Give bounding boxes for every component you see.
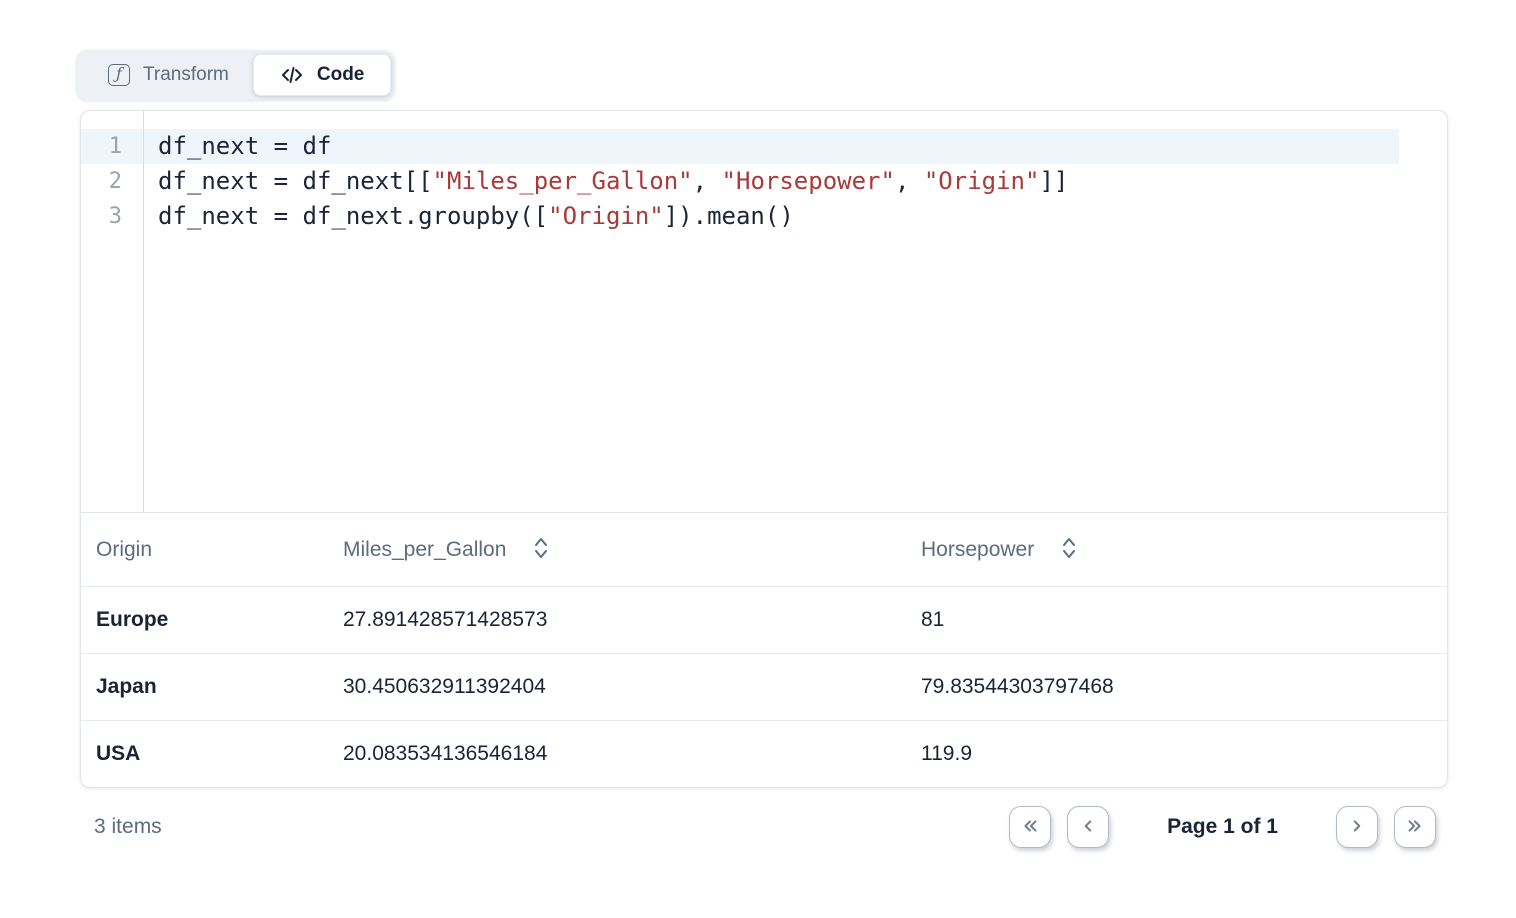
code-token: ]).mean(): [664, 202, 794, 230]
code-and-result-panel: 123 df_next = df df_next = df_next[["Mile…: [80, 110, 1448, 788]
tab-transform-label: Transform: [143, 64, 229, 86]
value-cell-horsepower: 119.9: [906, 742, 1447, 766]
line-number: 2: [81, 164, 143, 199]
code-line[interactable]: df_next = df_next[["Miles_per_Gallon", "…: [144, 164, 1447, 199]
code-token: ]]: [1039, 167, 1068, 195]
row-label-cell: Europe: [81, 608, 328, 632]
column-header-origin: Origin: [81, 538, 328, 562]
column-header-label: Origin: [96, 538, 152, 562]
string-token: "Origin": [548, 202, 664, 230]
code-lines: df_next = df df_next = df_next[["Miles_pe…: [144, 111, 1447, 512]
code-icon: [280, 63, 304, 87]
value-cell-miles_per_gallon: 27.891428571428573: [328, 608, 906, 632]
row-label-cell: USA: [81, 742, 328, 766]
page-indicator: Page 1 of 1: [1167, 815, 1278, 839]
last-page-button[interactable]: [1394, 806, 1436, 848]
code-token: df_next = df_next[[: [158, 167, 433, 195]
value-cell-horsepower: 81: [906, 608, 1447, 632]
table-row: USA20.083534136546184119.9: [81, 720, 1447, 787]
value-cell-horsepower: 79.83544303797468: [906, 675, 1447, 699]
table-header-row: Origin Miles_per_Gallon Horsepower: [81, 512, 1447, 586]
chevron-right-icon: [1346, 815, 1368, 840]
tab-code-label: Code: [317, 64, 365, 86]
sort-button-miles_per_gallon[interactable]: [531, 535, 551, 564]
code-token: ,: [895, 167, 924, 195]
column-header-label: Horsepower: [921, 538, 1034, 562]
code-token: ,: [693, 167, 722, 195]
table-body: Europe27.89142857142857381Japan30.450632…: [81, 586, 1447, 787]
column-header-label: Miles_per_Gallon: [343, 538, 506, 562]
column-header-miles_per_gallon: Miles_per_Gallon: [328, 535, 906, 564]
double-chevron-left-icon: [1019, 815, 1041, 840]
items-count: 3 items: [94, 815, 162, 839]
string-token: "Origin": [924, 167, 1040, 195]
chevron-left-icon: [1077, 815, 1099, 840]
value-cell-miles_per_gallon: 20.083534136546184: [328, 742, 906, 766]
double-chevron-right-icon: [1404, 815, 1426, 840]
first-page-button[interactable]: [1009, 806, 1051, 848]
sort-chevrons-icon: [531, 535, 551, 564]
pagination: Page 1 of 1: [1009, 806, 1436, 848]
function-icon: ƒ: [108, 64, 130, 86]
sort-chevrons-icon: [1059, 535, 1079, 564]
code-token: df_next = df: [158, 132, 331, 160]
code-line[interactable]: df_next = df_next.groupby(["Origin"]).me…: [144, 199, 1447, 234]
string-token: "Horsepower": [722, 167, 895, 195]
next-page-button[interactable]: [1336, 806, 1378, 848]
table-row: Europe27.89142857142857381: [81, 586, 1447, 653]
tab-transform[interactable]: ƒ Transform: [80, 54, 253, 96]
line-number-gutter: 123: [81, 111, 144, 512]
sort-button-horsepower[interactable]: [1059, 535, 1079, 564]
line-number: 3: [81, 199, 143, 234]
previous-page-button[interactable]: [1067, 806, 1109, 848]
table-row: Japan30.45063291139240479.83544303797468: [81, 653, 1447, 720]
tab-code[interactable]: Code: [253, 54, 392, 96]
row-label-cell: Japan: [81, 675, 328, 699]
view-mode-tabbar: ƒ Transform Code: [76, 50, 395, 100]
value-cell-miles_per_gallon: 30.450632911392404: [328, 675, 906, 699]
code-token: df_next = df_next.groupby([: [158, 202, 548, 230]
line-number: 1: [81, 129, 143, 164]
string-token: "Miles_per_Gallon": [433, 167, 693, 195]
code-line[interactable]: df_next = df: [144, 129, 1447, 164]
column-header-horsepower: Horsepower: [906, 535, 1447, 564]
table-footer: 3 items Page 1 of 1: [80, 787, 1448, 867]
code-editor[interactable]: 123 df_next = df df_next = df_next[["Mile…: [81, 111, 1447, 512]
